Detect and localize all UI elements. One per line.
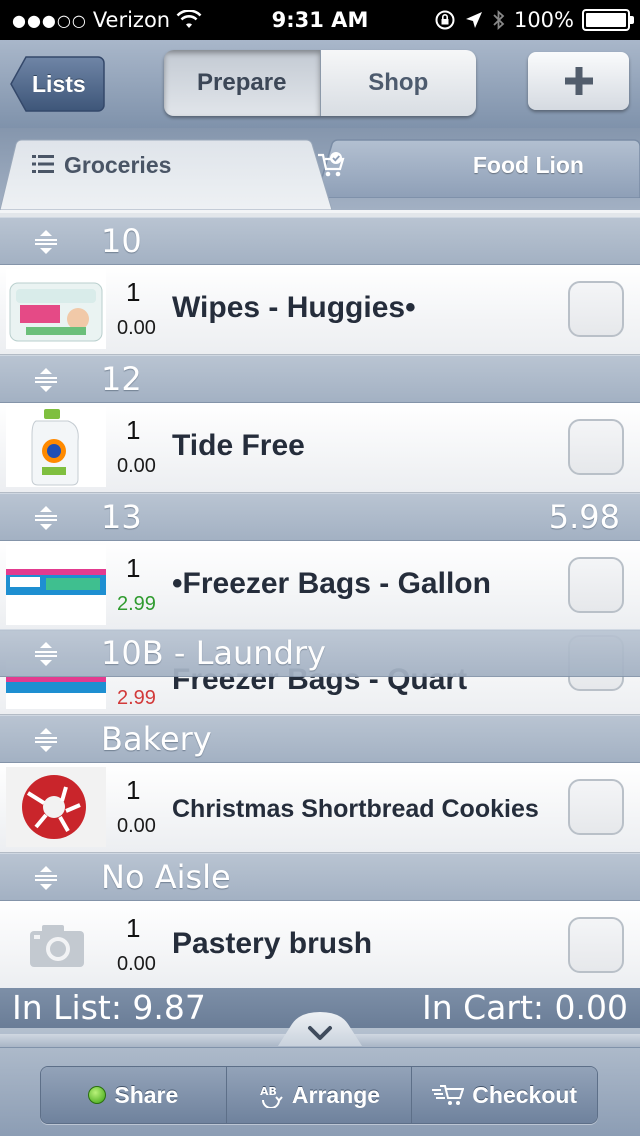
reorder-handle-icon[interactable]	[32, 726, 60, 754]
list-item[interactable]: 1 0.00 Tide Free	[0, 403, 640, 493]
item-quantity: 1	[126, 553, 141, 583]
location-arrow-icon	[465, 12, 482, 28]
item-price: 2.99	[117, 593, 156, 615]
item-quantity: 1	[126, 277, 141, 307]
detergent-image	[6, 407, 106, 487]
bottom-toolbar: Share AB Arrange Checkout	[0, 1012, 640, 1136]
item-quantity: 1	[126, 775, 141, 805]
add-item-button[interactable]	[528, 52, 629, 110]
list-item[interactable]: 1 0.00 Wipes - Huggies•	[0, 265, 640, 355]
plus-icon	[564, 67, 593, 95]
wipes-image	[6, 269, 106, 349]
item-price: 0.00	[117, 317, 156, 339]
item-quantity: 1	[126, 415, 141, 445]
status-bar: ●●●○○ Verizon 9:31 AM 100%	[0, 0, 640, 40]
grocery-list[interactable]: 10 1 0.00 Wipes - Huggies• 12 1 0.00 Tid…	[0, 210, 640, 988]
share-label: Share	[114, 1081, 179, 1108]
in-cart-total: In Cart: 0.00	[422, 988, 628, 1027]
arrange-icon: AB	[260, 1085, 283, 1108]
list-icon	[32, 155, 54, 173]
segment-shop[interactable]: Shop	[319, 50, 476, 116]
item-quantity: 1	[126, 913, 141, 943]
toolbar-button-group: Share AB Arrange Checkout	[40, 1066, 598, 1124]
camera-placeholder-icon[interactable]	[6, 905, 106, 985]
navigation-bar: Lists Prepare Shop	[0, 40, 640, 128]
aisle-header[interactable]: 10	[0, 217, 640, 265]
reorder-handle-icon[interactable]	[32, 366, 60, 394]
item-checkbox[interactable]	[568, 779, 624, 835]
list-name: Groceries	[64, 152, 172, 178]
aisle-name: Bakery	[101, 720, 212, 758]
battery-percent: 100%	[513, 8, 574, 32]
list-item[interactable]: 1 2.99 •Freezer Bags - Gallon	[0, 541, 640, 631]
freezer-bags-image	[6, 545, 106, 625]
item-checkbox[interactable]	[568, 419, 624, 475]
arrange-label: Arrange	[291, 1081, 381, 1108]
item-price: 0.00	[117, 455, 156, 477]
bluetooth-icon	[493, 9, 505, 31]
list-item[interactable]: 1 0.00 Christmas Shortbread Cookies	[0, 763, 640, 853]
aisle-header[interactable]: Bakery	[0, 715, 640, 763]
arrange-button[interactable]: AB Arrange	[225, 1067, 412, 1123]
aisle-header-dragging[interactable]: 10B - Laundry	[0, 629, 640, 677]
reorder-handle-icon[interactable]	[32, 228, 60, 256]
mode-segmented-control: Prepare Shop	[164, 50, 476, 116]
reorder-handle-icon[interactable]	[32, 504, 60, 532]
reorder-handle-icon[interactable]	[32, 640, 60, 668]
item-price: 0.00	[117, 815, 156, 837]
aisle-header[interactable]: 12	[0, 355, 640, 403]
list-store-tabs: Food Lion Groceries	[0, 128, 640, 210]
item-name: Pastery brush	[172, 927, 373, 960]
back-button[interactable]: Lists	[10, 55, 106, 113]
item-name: Christmas Shortbread Cookies	[172, 795, 539, 823]
aisle-name: 10	[101, 222, 142, 260]
in-list-total: In List: 9.87	[12, 988, 206, 1027]
status-icons: 100%	[434, 8, 634, 32]
store-name: Food Lion	[472, 152, 584, 178]
item-checkbox[interactable]	[568, 557, 624, 613]
checkout-button[interactable]: Checkout	[411, 1067, 597, 1123]
aisle-header[interactable]: 13 5.98	[0, 493, 640, 541]
chevron-down-icon[interactable]	[278, 1012, 362, 1046]
checkout-label: Checkout	[472, 1081, 578, 1108]
aisle-total: 5.98	[548, 498, 620, 536]
item-checkbox[interactable]	[568, 281, 624, 337]
checkout-cart-icon	[432, 1085, 465, 1105]
status-dot-icon	[88, 1086, 107, 1104]
item-name: •Freezer Bags - Gallon	[172, 567, 491, 600]
tab-store[interactable]: Food Lion	[316, 138, 640, 198]
reorder-handle-icon[interactable]	[32, 864, 60, 892]
svg-text:AB: AB	[260, 1085, 277, 1098]
aisle-name: 12	[101, 360, 142, 398]
share-button[interactable]: Share	[41, 1067, 226, 1123]
back-button-label: Lists	[32, 71, 86, 97]
aisle-name: No Aisle	[101, 858, 231, 896]
item-name: Tide Free	[172, 429, 305, 462]
item-price: 0.00	[117, 953, 156, 975]
item-price: 2.99	[117, 687, 156, 709]
aisle-header[interactable]: No Aisle	[0, 853, 640, 901]
battery-icon	[582, 9, 634, 31]
rotation-lock-icon	[435, 10, 455, 30]
tab-list[interactable]: Groceries	[0, 138, 332, 210]
item-name: Wipes - Huggies•	[172, 291, 416, 324]
aisle-name: 10B - Laundry	[101, 634, 326, 672]
segment-prepare[interactable]: Prepare	[164, 50, 320, 116]
list-item[interactable]: 1 0.00 Pastery brush	[0, 901, 640, 988]
cookies-image	[6, 767, 106, 847]
item-checkbox[interactable]	[568, 917, 624, 973]
aisle-name: 13	[101, 498, 142, 536]
